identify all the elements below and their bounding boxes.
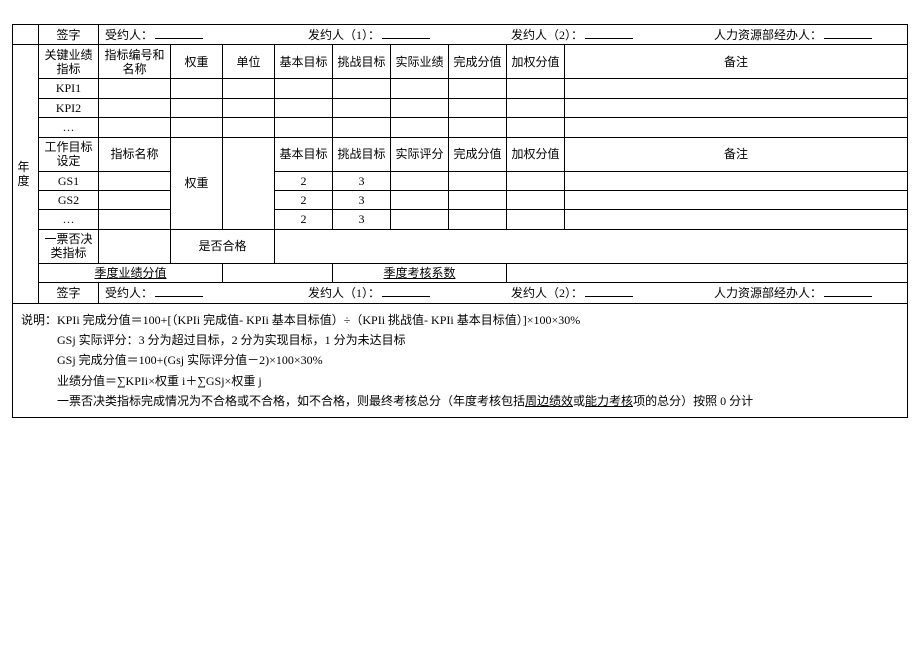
gs-base: 2 (275, 210, 333, 229)
hr-label: 人力资源部经办人： (714, 286, 822, 300)
col-code-name: 指标编号和名称 (99, 45, 171, 79)
gs-name: GS1 (39, 171, 99, 190)
note-line-3: GSj 完成分值＝100+(Gsj 实际评分值－2)×100×30% (21, 350, 899, 370)
gs-base: 2 (275, 171, 333, 190)
issuer1-line[interactable] (382, 27, 430, 39)
sign-label: 签字 (39, 283, 99, 303)
hr-label: 人力资源部经办人： (714, 28, 822, 42)
gs-name: … (39, 210, 99, 229)
issuer1-label: 发约人（1）： (308, 28, 380, 42)
note-5-part-c: 项的总分）按照 0 分计 (633, 394, 753, 408)
signature-row-bottom: 签字 受约人： 发约人（1）： 发约人（2）： 人力资源部经办人： (13, 283, 908, 303)
kpi-name: KPI2 (39, 98, 99, 117)
gs-name: GS2 (39, 190, 99, 209)
note-5-underline-1: 周边绩效 (525, 394, 573, 408)
issuer2-line[interactable] (585, 27, 633, 39)
year-label-cell: 年度 (13, 45, 39, 303)
quarter-row: 季度业绩分值 季度考核系数 (13, 263, 908, 282)
notes-section: 说明：KPIi 完成分值＝100+[（KPIi 完成值- KPIi 基本目标值）… (12, 304, 908, 419)
col-unit: 单位 (223, 45, 275, 79)
col-challenge-target: 挑战目标 (333, 45, 391, 79)
appraisal-table: 签字 受约人： 发约人（1）： 发约人（2）： 人力资源部经办人： 年度 关键业… (12, 24, 908, 304)
col-weighted-score-gs: 加权分值 (507, 137, 565, 171)
blank-wide-cell (275, 229, 908, 263)
year-label: 年度 (17, 160, 33, 188)
note-line-1: KPIi 完成分值＝100+[（KPIi 完成值- KPIi 基本目标值）÷（K… (57, 313, 580, 327)
col-actual-rating: 实际评分 (391, 137, 449, 171)
quarter-coef-label: 季度考核系数 (333, 263, 507, 282)
sign-label: 签字 (39, 25, 99, 45)
note-5-underline-2: 能力考核 (585, 394, 633, 408)
veto-row: 一票否决类指标 是否合格 (13, 229, 908, 263)
blank-cell (223, 263, 333, 282)
gs-header-row: 工作目标设定 指标名称 权重 基本目标 挑战目标 实际评分 完成分值 加权分值 … (13, 137, 908, 171)
blank-cell (99, 229, 171, 263)
blank-cell (13, 25, 39, 45)
note-line-2: GSj 实际评分：3 分为超过目标，2 分为实现目标，1 分为未达目标 (21, 330, 899, 350)
gs-base: 2 (275, 190, 333, 209)
note-line-4: 业绩分值＝∑KPIi×权重 i＋∑GSj×权重 j (21, 371, 899, 391)
receiver-label: 受约人： (105, 28, 153, 42)
signature-fields: 受约人： 发约人（1）： 发约人（2）： 人力资源部经办人： (99, 25, 908, 45)
issuer2-label: 发约人（2）： (511, 28, 583, 42)
gs-row: … 23 (13, 210, 908, 229)
col-weighted-score: 加权分值 (507, 45, 565, 79)
gs-row: GS2 23 (13, 190, 908, 209)
kpi-row: KPI1 (13, 79, 908, 98)
kpi-row: … (13, 118, 908, 137)
issuer1-label: 发约人（1）： (308, 286, 380, 300)
col-base-target: 基本目标 (275, 45, 333, 79)
blank-unit-cell (223, 137, 275, 229)
signature-row-top: 签字 受约人： 发约人（1）： 发约人（2）： 人力资源部经办人： (13, 25, 908, 45)
col-remark-gs: 备注 (565, 137, 908, 171)
gs-challenge: 3 (333, 171, 391, 190)
col-completion-score: 完成分值 (449, 45, 507, 79)
gs-row: GS1 23 (13, 171, 908, 190)
col-actual-perf: 实际业绩 (391, 45, 449, 79)
receiver-line[interactable] (155, 27, 203, 39)
col-remark: 备注 (565, 45, 908, 79)
document-page: 签字 受约人： 发约人（1）： 发约人（2）： 人力资源部经办人： 年度 关键业… (12, 24, 908, 418)
quarter-score-label: 季度业绩分值 (39, 263, 223, 282)
kpi-row: KPI2 (13, 98, 908, 117)
receiver-line[interactable] (155, 285, 203, 297)
veto-header: 一票否决类指标 (39, 229, 99, 263)
kpi-name: … (39, 118, 99, 137)
notes-label: 说明： (21, 313, 57, 327)
col-completion-score-gs: 完成分值 (449, 137, 507, 171)
blank-cell (507, 263, 908, 282)
gs-section-header: 工作目标设定 (39, 137, 99, 171)
hr-line[interactable] (824, 27, 872, 39)
kpi-section-header: 关键业绩指标 (39, 45, 99, 79)
signature-fields-bottom: 受约人： 发约人（1）： 发约人（2）： 人力资源部经办人： (99, 283, 908, 303)
hr-line[interactable] (824, 285, 872, 297)
col-base-target-gs: 基本目标 (275, 137, 333, 171)
col-weight: 权重 (171, 45, 223, 79)
issuer1-line[interactable] (382, 285, 430, 297)
note-5-part-a: 一票否决类指标完成情况为不合格或不合格，如不合格，则最终考核总分（年度考核包括 (57, 394, 525, 408)
col-indicator-name: 指标名称 (99, 137, 171, 171)
gs-challenge: 3 (333, 190, 391, 209)
note-line-5: 一票否决类指标完成情况为不合格或不合格，如不合格，则最终考核总分（年度考核包括周… (21, 391, 899, 411)
issuer2-line[interactable] (585, 285, 633, 297)
gs-challenge: 3 (333, 210, 391, 229)
note-5-part-b: 或 (573, 394, 585, 408)
kpi-header-row: 年度 关键业绩指标 指标编号和名称 权重 单位 基本目标 挑战目标 实际业绩 完… (13, 45, 908, 79)
is-qualified-label: 是否合格 (171, 229, 275, 263)
receiver-label: 受约人： (105, 286, 153, 300)
col-challenge-target-gs: 挑战目标 (333, 137, 391, 171)
issuer2-label: 发约人（2）： (511, 286, 583, 300)
kpi-name: KPI1 (39, 79, 99, 98)
col-weight-gs: 权重 (171, 137, 223, 229)
